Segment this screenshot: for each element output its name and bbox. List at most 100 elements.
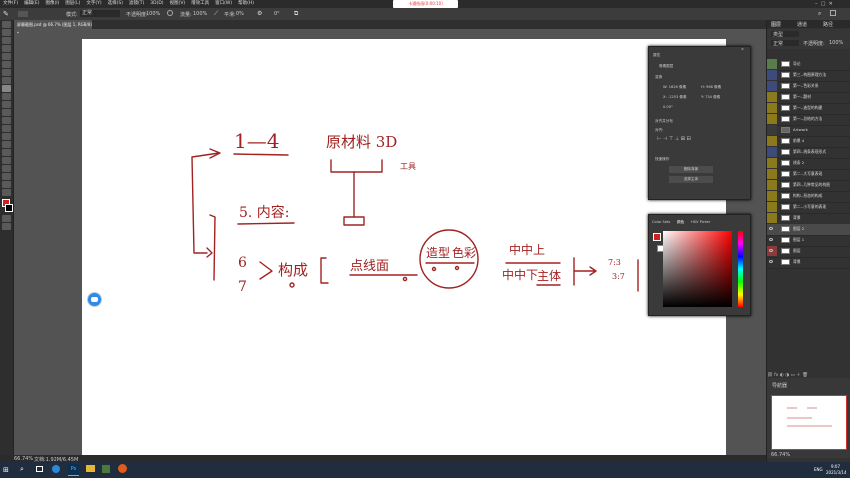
gradient-tool-icon[interactable] <box>2 117 11 124</box>
layer-row[interactable]: 图层 <box>767 246 850 258</box>
section-quick-actions[interactable]: 快速操作 <box>655 157 669 162</box>
angle-field[interactable]: 0.00° <box>663 105 673 109</box>
layer-row[interactable]: 构构--形态的构成 <box>767 191 850 203</box>
blend-mode-select[interactable]: 正常 <box>771 40 799 47</box>
marquee-tool-icon[interactable] <box>2 29 11 36</box>
tab-layers[interactable]: 图层 <box>771 21 781 28</box>
menu-plugins[interactable]: 增效工具 <box>191 0 209 8</box>
shape-tool-icon[interactable] <box>2 165 11 172</box>
menu-edit[interactable]: 编辑(E) <box>24 0 39 8</box>
crop-tool-icon[interactable] <box>2 53 11 60</box>
layer-row[interactable]: 第二--小写意的表现 <box>767 202 850 214</box>
eraser-tool-icon[interactable] <box>2 109 11 116</box>
foreground-color-chip[interactable] <box>653 233 661 241</box>
brush-tool-icon[interactable]: ✎ <box>3 10 9 18</box>
screen-mode-icon[interactable] <box>2 223 11 230</box>
visibility-eye-icon[interactable] <box>769 227 773 230</box>
pressure-opacity-icon[interactable] <box>167 10 173 16</box>
width-field[interactable]: W: 1626 像素 <box>663 85 686 90</box>
search-icon[interactable]: ⌕ <box>20 465 24 474</box>
clone-stamp-tool-icon[interactable] <box>2 93 11 100</box>
saturation-brightness-field[interactable] <box>663 231 732 307</box>
symmetry-icon[interactable]: ⧉ <box>294 10 298 18</box>
layer-row[interactable]: 第二--大写意表现 <box>767 169 850 181</box>
menu-help[interactable]: 帮助(H) <box>238 0 254 8</box>
quick-select-tool-icon[interactable] <box>2 45 11 52</box>
tab-color-sets[interactable]: Color Sets <box>652 220 670 224</box>
floating-record-button[interactable] <box>87 292 102 307</box>
menu-type[interactable]: 文字(Y) <box>86 0 101 8</box>
move-tool-icon[interactable] <box>2 21 11 28</box>
edge-browser-icon[interactable] <box>52 465 60 473</box>
hand-tool-icon[interactable] <box>2 173 11 180</box>
layer-row[interactable]: 前景 4 <box>767 136 850 148</box>
airbrush-icon[interactable]: ⟋ <box>214 10 218 18</box>
recorder-app-icon[interactable] <box>118 464 127 473</box>
x-field[interactable]: X: -1253 像素 <box>663 95 687 100</box>
align-buttons-icon[interactable]: ⊢ ⊣ ⊤ ⊥ ⊞ ⊟ <box>657 136 691 142</box>
tab-channels[interactable]: 通道 <box>797 21 807 28</box>
path-select-tool-icon[interactable] <box>2 157 11 164</box>
dodge-tool-icon[interactable] <box>2 133 11 140</box>
layer-row[interactable]: 第一--色彩关系 <box>767 81 850 93</box>
type-tool-icon[interactable] <box>2 149 11 156</box>
menu-window[interactable]: 窗口(W) <box>215 0 232 8</box>
menu-3d[interactable]: 3D(D) <box>150 0 163 8</box>
angle-value[interactable]: 0° <box>274 11 280 17</box>
frame-tool-icon[interactable] <box>2 61 11 68</box>
kind-filter-select[interactable]: 类型 <box>771 31 799 38</box>
tab-color[interactable]: 颜色 <box>677 220 684 225</box>
visibility-eye-icon[interactable] <box>769 260 773 263</box>
layer-row[interactable]: 第四--线条表现形式 <box>767 147 850 159</box>
photoshop-taskbar-icon[interactable]: Ps <box>68 464 79 476</box>
more-tools-icon[interactable] <box>2 189 11 196</box>
document-canvas[interactable]: 1—4 原材料 3D 工具 5. 内容: 6 7 构成 点线面 造型 色彩 中中… <box>82 39 726 459</box>
task-view-icon[interactable] <box>36 466 43 472</box>
zoom-tool-icon[interactable] <box>2 181 11 188</box>
blur-tool-icon[interactable] <box>2 125 11 132</box>
close-icon[interactable]: × <box>741 47 744 51</box>
app-icon[interactable] <box>102 465 110 473</box>
history-brush-tool-icon[interactable] <box>2 101 11 108</box>
layer-row[interactable]: 第一--题材 <box>767 92 850 104</box>
section-transform[interactable]: 变换 <box>655 75 662 80</box>
healing-tool-icon[interactable] <box>2 77 11 84</box>
workspace-icon[interactable] <box>830 10 836 16</box>
y-field[interactable]: Y: 734 像素 <box>701 95 720 100</box>
menu-view[interactable]: 视图(V) <box>170 0 186 8</box>
file-explorer-icon[interactable] <box>86 465 95 472</box>
height-field[interactable]: H: 966 像素 <box>701 85 721 90</box>
menu-file[interactable]: 文件(F) <box>3 0 18 8</box>
brush-preset-picker[interactable] <box>18 11 28 17</box>
navigator-preview[interactable] <box>771 395 847 450</box>
tab-paths[interactable]: 路径 <box>823 21 833 28</box>
navigator-zoom[interactable]: 66.74% <box>771 452 790 458</box>
layer-row[interactable]: 第四--几种常见的构图 <box>767 180 850 192</box>
document-tab[interactable]: 屏幕截图.psd @ 66.7% (图层 1, RGB/8) * <box>14 20 92 36</box>
menu-select[interactable]: 选择(S) <box>108 0 123 8</box>
smoothing-value[interactable]: 0% <box>236 11 244 17</box>
visibility-eye-icon[interactable] <box>769 249 773 252</box>
eyedropper-tool-icon[interactable] <box>2 69 11 76</box>
minimize-icon[interactable]: – <box>815 1 818 7</box>
layer-row[interactable]: 背景 <box>767 213 850 225</box>
ime-indicator[interactable]: ENG <box>814 467 823 472</box>
smoothing-options-icon[interactable]: ⚙ <box>257 10 262 17</box>
layer-row[interactable]: 背景 <box>767 257 850 269</box>
quick-mask-icon[interactable] <box>2 215 11 222</box>
layer-row[interactable]: 第一--造型的构建 <box>767 103 850 115</box>
flow-value[interactable]: 100% <box>193 11 207 17</box>
layer-row[interactable]: 线条 2 <box>767 158 850 170</box>
layer-row[interactable]: 图层 2 <box>767 224 850 236</box>
menu-filter[interactable]: 滤镜(T) <box>129 0 144 8</box>
layer-row[interactable]: Artwork <box>767 125 850 137</box>
search-icon[interactable]: ⌕ <box>818 10 821 18</box>
select-subject-button[interactable]: 选择主体 <box>669 176 713 183</box>
opacity-value[interactable]: 100% <box>146 11 160 17</box>
section-align[interactable]: 对齐并分布 <box>655 119 673 124</box>
tab-hsv-picker[interactable]: HSV Picker <box>691 220 710 224</box>
remove-background-button[interactable]: 删除背景 <box>669 166 713 173</box>
maximize-icon[interactable]: □ <box>821 1 826 7</box>
mode-select[interactable]: 正常 <box>80 10 120 17</box>
close-icon[interactable]: ✕ <box>829 1 833 7</box>
